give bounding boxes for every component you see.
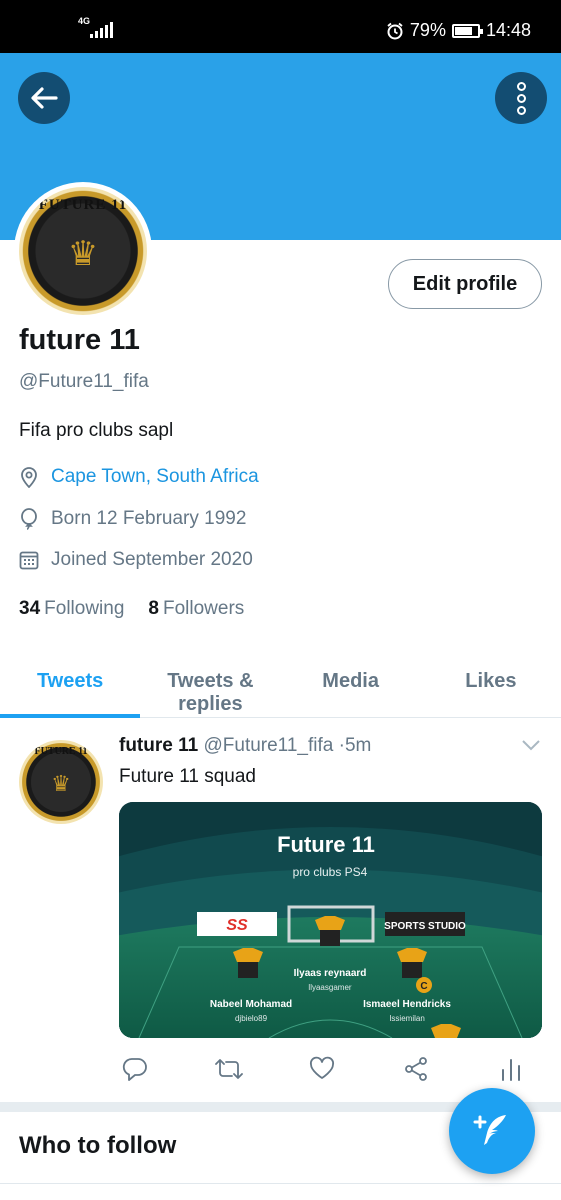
tweet-header: future 11 @Future11_fifa ·5m <box>119 735 371 757</box>
edit-profile-button[interactable]: Edit profile <box>388 259 542 309</box>
battery-icon <box>451 23 483 38</box>
retweet-icon <box>215 1059 243 1079</box>
clock: 14:48 <box>485 20 531 40</box>
profile-birthday: Born 12 February 1992 <box>19 508 246 530</box>
following-count: 34 <box>19 598 41 619</box>
tweet-author-name[interactable]: future 11 <box>119 735 198 756</box>
player-name-1: Ilyaas reynaard <box>294 968 367 979</box>
followers-label: Followers <box>162 598 245 619</box>
battery-percent: 79% <box>409 20 446 40</box>
location-pin-icon <box>21 467 37 488</box>
share-button[interactable] <box>403 1056 429 1087</box>
section-divider-line <box>0 1183 561 1184</box>
retweet-button[interactable] <box>215 1056 243 1087</box>
lion-crest-icon: ♛ <box>67 234 99 273</box>
media-title: Future 11 <box>277 832 375 857</box>
share-icon <box>405 1057 427 1081</box>
more-vertical-icon <box>516 81 526 115</box>
profile-bio: Fifa pro clubs sapl <box>19 420 174 441</box>
birthday-text: Born 12 February 1992 <box>51 508 247 529</box>
status-bar: 4G 79% 14:48 <box>0 0 561 53</box>
analytics-button[interactable] <box>499 1056 523 1087</box>
profile-location: Cape Town, South Africa <box>19 466 259 488</box>
heart-icon <box>310 1056 334 1079</box>
tweet-time: 5m <box>344 735 372 756</box>
media-subtitle: pro clubs PS4 <box>293 865 368 879</box>
tweet-text: Future 11 squad <box>119 766 256 787</box>
tweet-media-image[interactable]: Future 11 pro clubs PS4 SS SPORTS STUDIO… <box>119 802 542 1038</box>
joined-text: Joined September 2020 <box>51 549 253 570</box>
reply-icon <box>122 1058 147 1081</box>
network-type: 4G <box>78 16 91 26</box>
back-button[interactable] <box>18 72 70 124</box>
sponsor-right-logo: SPORTS STUDIO <box>384 921 466 932</box>
lion-crest-icon: ♛ <box>51 770 71 796</box>
tab-tweets-and-replies[interactable]: Tweets & replies <box>140 650 280 717</box>
profile-handle: @Future11_fifa <box>19 371 149 392</box>
alarm-icon <box>387 22 403 39</box>
tab-tweets[interactable]: Tweets <box>0 650 141 718</box>
profile-avatar[interactable]: FUTURE 11 ♛ <box>14 182 152 320</box>
tweet-author-handle: @Future11_fifa <box>203 735 334 756</box>
like-button[interactable] <box>309 1056 335 1087</box>
calendar-icon <box>19 551 39 570</box>
reply-button[interactable] <box>122 1056 148 1087</box>
location-link[interactable]: Cape Town, South Africa <box>51 466 259 488</box>
profile-name: future 11 <box>19 324 140 356</box>
avatar-image: FUTURE 11 ♛ <box>19 187 147 315</box>
who-to-follow-heading: Who to follow <box>19 1132 177 1159</box>
player-tag-1: llyaasgamer <box>308 983 351 992</box>
tweet-menu-button[interactable] <box>521 738 541 757</box>
profile-joined: Joined September 2020 <box>19 549 253 571</box>
tab-media[interactable]: Media <box>281 650 421 717</box>
player-tag-3: Issiemilan <box>389 1014 425 1023</box>
captain-badge: C <box>420 981 427 992</box>
followers-link[interactable]: 8 Followers <box>148 598 244 620</box>
followers-count: 8 <box>148 598 159 619</box>
sponsor-left-logo: SS <box>226 917 248 934</box>
compose-tweet-icon <box>473 1115 506 1145</box>
tweet-actions <box>119 1056 520 1087</box>
arrow-left-icon <box>31 87 58 109</box>
compose-tweet-button[interactable] <box>449 1088 535 1174</box>
follow-counts: 34 Following 8 Followers <box>19 598 244 620</box>
analytics-icon <box>502 1059 520 1081</box>
player-tag-2: djbielo89 <box>235 1014 268 1023</box>
tab-likes[interactable]: Likes <box>421 650 561 717</box>
signal-icon <box>90 22 113 38</box>
chevron-down-icon <box>522 740 540 751</box>
profile-tabs: Tweets Tweets & replies Media Likes <box>0 650 561 718</box>
balloon-icon <box>21 508 37 530</box>
tweet-author-avatar[interactable]: FUTURE 11 ♛ <box>19 740 103 824</box>
player-name-3: Ismaeel Hendricks <box>363 999 451 1010</box>
avatar-logo-text: FUTURE 11 <box>38 197 128 213</box>
following-label: Following <box>44 598 125 619</box>
tweet-avatar-logo-text: FUTURE 11 <box>34 746 88 757</box>
following-link[interactable]: 34 Following <box>19 598 124 620</box>
player-name-2: Nabeel Mohamad <box>210 999 292 1010</box>
more-options-button[interactable] <box>495 72 547 124</box>
